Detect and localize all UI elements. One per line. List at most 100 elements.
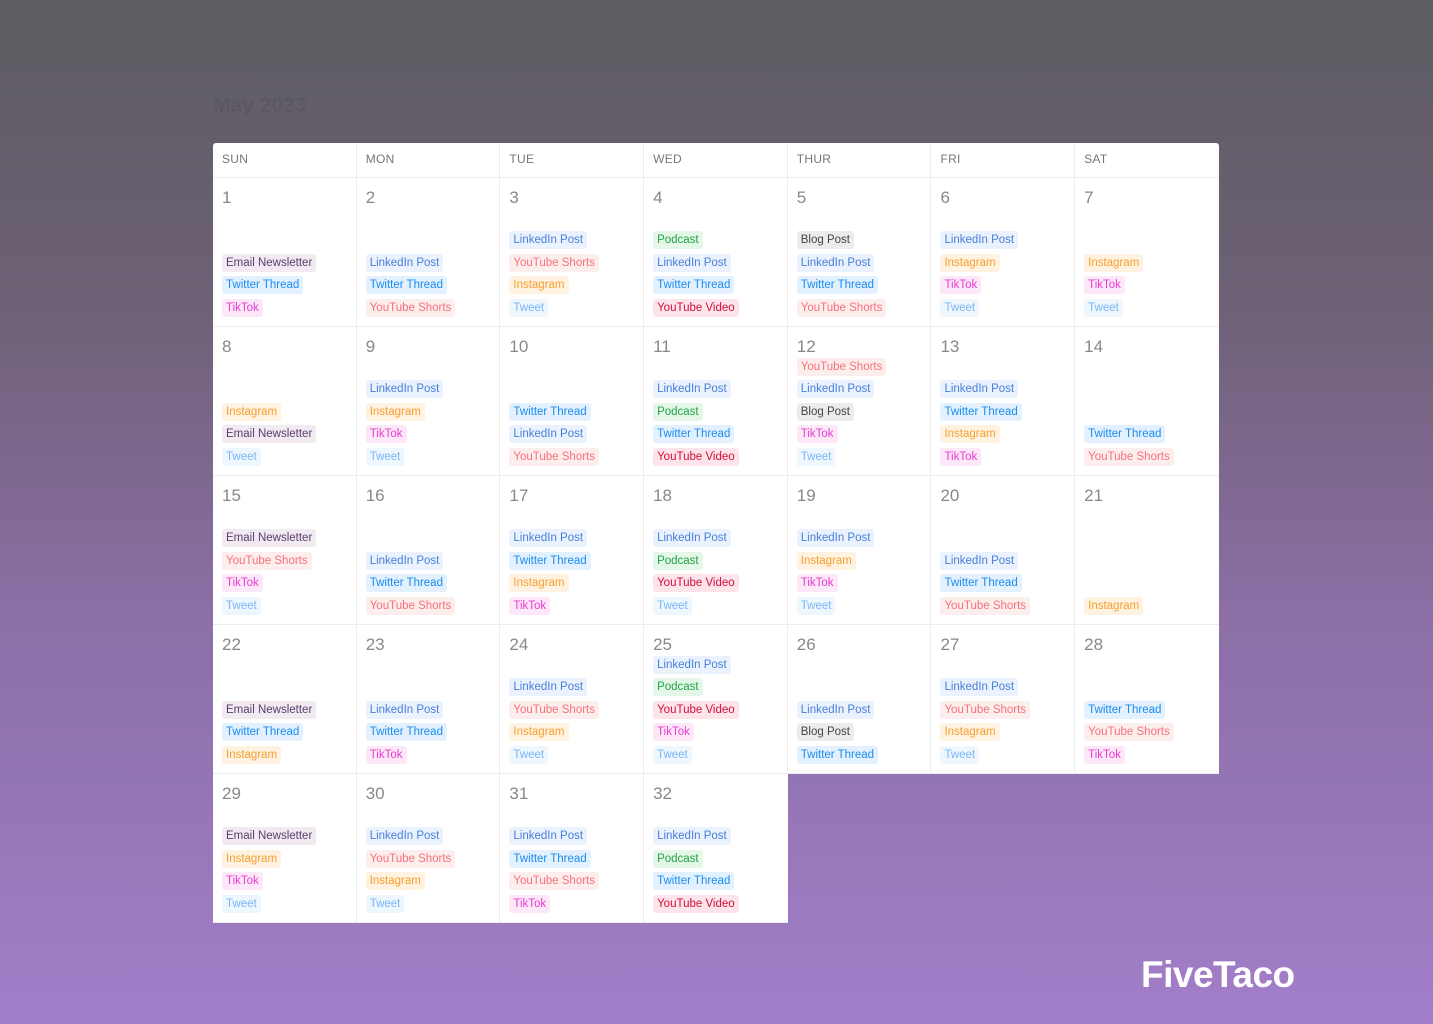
event-tag[interactable]: Twitter Thread [796, 276, 879, 295]
event-tag[interactable]: YouTube Shorts [1084, 723, 1174, 742]
event-tag[interactable]: Blog Post [796, 723, 854, 742]
event-tag[interactable]: YouTube Video [653, 574, 739, 593]
event-tag[interactable]: YouTube Shorts [509, 448, 599, 466]
event-tag[interactable]: LinkedIn Post [365, 380, 444, 399]
event-tag[interactable]: LinkedIn Post [509, 231, 588, 250]
event-tag[interactable]: LinkedIn Post [653, 380, 731, 399]
day-cell[interactable]: 12 YouTube Shorts LinkedIn Post Blog Post Ti… [787, 327, 932, 476]
event-tag[interactable]: YouTube Video [653, 895, 739, 913]
event-tag[interactable]: LinkedIn Post [365, 253, 444, 272]
event-tag[interactable]: YouTube Shorts [365, 299, 456, 317]
day-cell[interactable]: 30 LinkedIn Post YouTube Shorts Instagram Tw… [356, 774, 501, 923]
event-tag[interactable]: Email Newsletter [222, 700, 317, 719]
day-cell[interactable]: 11 LinkedIn Post Podcast Twitter Thread YouT… [644, 327, 788, 476]
event-tag[interactable]: LinkedIn Post [796, 700, 875, 719]
day-cell[interactable]: 1 Email Newsletter Twitter Thread TikTok [213, 178, 357, 327]
event-tag[interactable]: YouTube Shorts [222, 551, 312, 570]
day-cell[interactable]: 10 Twitter Thread LinkedIn Post YouTube Sho… [500, 327, 645, 476]
event-tag[interactable]: Instagram [1084, 253, 1144, 272]
event-tag[interactable]: Twitter Thread [222, 276, 304, 295]
event-tag[interactable]: LinkedIn Post [509, 827, 588, 846]
event-tag[interactable]: Podcast [653, 402, 703, 421]
day-cell[interactable]: 18 LinkedIn Post Podcast YouTube Video Tweet [644, 476, 788, 625]
event-tag[interactable]: LinkedIn Post [653, 655, 731, 674]
event-tag[interactable]: Tweet [940, 299, 980, 317]
day-cell[interactable]: 4 Podcast LinkedIn Post Twitter Thread YouTu… [644, 178, 788, 327]
event-tag[interactable]: Tweet [653, 597, 692, 615]
event-tag[interactable]: Instagram [509, 723, 569, 742]
event-tag[interactable]: Twitter Thread [509, 849, 591, 868]
event-tag[interactable]: YouTube Shorts [365, 597, 456, 615]
event-tag[interactable]: Podcast [653, 849, 703, 868]
event-tag[interactable]: Instagram [796, 551, 856, 570]
event-tag[interactable]: YouTube Shorts [509, 253, 599, 272]
event-tag[interactable]: LinkedIn Post [509, 425, 588, 444]
event-tag[interactable]: LinkedIn Post [940, 678, 1019, 697]
day-cell[interactable]: 8 Instagram Email Newsletter Tweet [213, 327, 357, 476]
event-tag[interactable]: Instagram [222, 849, 282, 868]
event-tag[interactable]: LinkedIn Post [796, 529, 875, 548]
event-tag[interactable]: Twitter Thread [222, 723, 304, 742]
event-tag[interactable]: Instagram [365, 872, 425, 891]
event-tag[interactable]: TikTok [653, 723, 694, 742]
event-tag[interactable]: LinkedIn Post [365, 827, 444, 846]
event-tag[interactable]: Tweet [222, 448, 261, 466]
day-cell[interactable]: 22 Email Newsletter Twitter Thread Instagra… [213, 625, 357, 774]
day-cell[interactable]: 2 LinkedIn Post Twitter Thread YouTube Shor… [356, 178, 501, 327]
event-tag[interactable]: Twitter Thread [365, 723, 447, 742]
event-tag[interactable]: Instagram [940, 425, 1000, 444]
event-tag[interactable]: TikTok [222, 574, 263, 593]
event-tag[interactable]: YouTube Video [653, 299, 739, 317]
event-tag[interactable]: Tweet [796, 448, 836, 466]
event-tag[interactable]: Instagram [509, 276, 569, 295]
event-tag[interactable]: YouTube Shorts [796, 299, 887, 317]
event-tag[interactable]: LinkedIn Post [653, 253, 731, 272]
event-tag[interactable]: YouTube Shorts [1084, 448, 1174, 466]
event-tag[interactable]: LinkedIn Post [940, 231, 1019, 250]
event-tag[interactable]: YouTube Shorts [940, 700, 1031, 719]
event-tag[interactable]: Twitter Thread [509, 551, 591, 570]
day-cell[interactable]: 15 Email Newsletter YouTube Shorts TikTok Tw… [213, 476, 357, 625]
event-tag[interactable]: Instagram [1084, 597, 1144, 615]
event-tag[interactable]: Instagram [940, 723, 1000, 742]
event-tag[interactable]: Tweet [365, 448, 405, 466]
event-tag[interactable]: YouTube Video [653, 700, 739, 719]
event-tag[interactable]: Email Newsletter [222, 425, 317, 444]
event-tag[interactable]: LinkedIn Post [653, 529, 731, 548]
event-tag[interactable]: YouTube Shorts [509, 700, 599, 719]
event-tag[interactable]: LinkedIn Post [940, 551, 1019, 570]
event-tag[interactable]: Tweet [509, 746, 549, 764]
day-cell[interactable]: 5 Blog Post LinkedIn Post Twitter Thread You… [787, 178, 932, 327]
event-tag[interactable]: LinkedIn Post [940, 380, 1019, 399]
event-tag[interactable]: TikTok [222, 299, 263, 317]
day-cell[interactable]: 28 Twitter Thread YouTube Shorts TikTok [1075, 625, 1219, 774]
event-tag[interactable]: Twitter Thread [509, 402, 591, 421]
event-tag[interactable]: Twitter Thread [796, 746, 879, 764]
event-tag[interactable]: TikTok [796, 425, 838, 444]
event-tag[interactable]: Twitter Thread [365, 276, 447, 295]
day-cell[interactable]: 20 LinkedIn Post Twitter Thread YouTube Sho… [931, 476, 1076, 625]
event-tag[interactable]: Instagram [222, 402, 282, 421]
event-tag[interactable]: Podcast [653, 551, 703, 570]
day-cell[interactable]: 26 LinkedIn Post Blog Post Twitter Thread [787, 625, 932, 774]
event-tag[interactable]: Tweet [796, 597, 836, 615]
day-cell[interactable]: 14 Twitter Thread YouTube Shorts [1075, 327, 1219, 476]
event-tag[interactable]: LinkedIn Post [796, 380, 875, 399]
event-tag[interactable]: Twitter Thread [365, 574, 447, 593]
event-tag[interactable]: Instagram [222, 746, 282, 764]
day-cell[interactable]: 6 LinkedIn Post Instagram TikTok Tweet [931, 178, 1076, 327]
event-tag[interactable]: Email Newsletter [222, 253, 317, 272]
event-tag[interactable]: TikTok [1084, 746, 1125, 764]
day-cell[interactable]: 29 Email Newsletter Instagram TikTok Tweet [213, 774, 357, 923]
day-cell[interactable]: 31 LinkedIn Post Twitter Thread YouTube Sho… [500, 774, 645, 923]
day-cell[interactable]: 13 LinkedIn Post Twitter Thread Instagram Ti… [931, 327, 1076, 476]
event-tag[interactable]: Podcast [653, 231, 703, 250]
event-tag[interactable]: Tweet [222, 597, 261, 615]
event-tag[interactable]: Podcast [653, 678, 703, 697]
day-cell[interactable]: 16 LinkedIn Post Twitter Thread YouTube Sho… [356, 476, 501, 625]
day-cell[interactable]: 32 LinkedIn Post Podcast Twitter Thread YouT… [644, 774, 788, 923]
day-cell[interactable]: 27 LinkedIn Post YouTube Shorts Instagram Tw… [931, 625, 1076, 774]
event-tag[interactable]: Twitter Thread [653, 425, 735, 444]
event-tag[interactable]: Email Newsletter [222, 529, 317, 548]
day-cell[interactable]: 25 LinkedIn Post Podcast YouTube Video TikTo… [644, 625, 788, 774]
